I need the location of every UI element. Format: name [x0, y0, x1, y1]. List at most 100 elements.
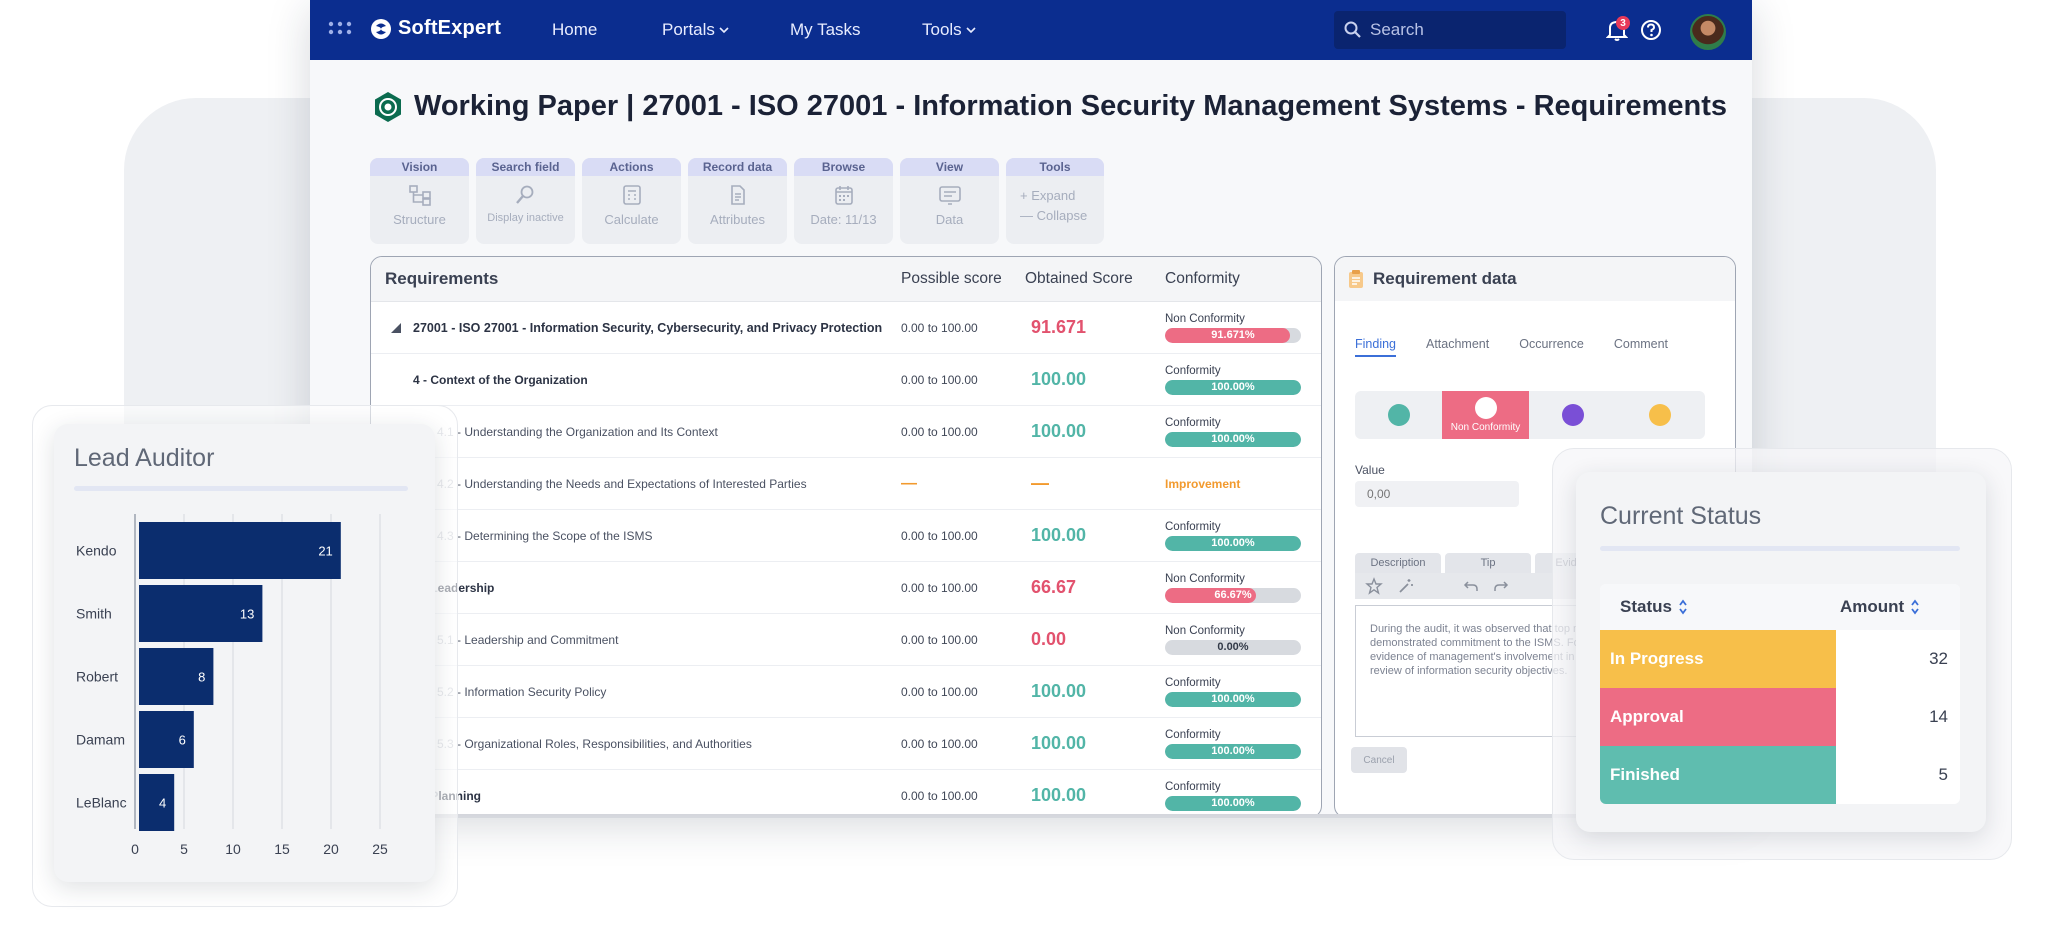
requirement-row[interactable]: 5.3 - Organizational Roles, Responsibili…	[371, 718, 1321, 770]
header-conformity[interactable]: Conformity	[1165, 270, 1321, 288]
softexpert-logo-icon	[371, 18, 391, 39]
possible-score: 0.00 to 100.00	[901, 632, 978, 647]
search-input[interactable]	[1368, 19, 1552, 41]
cancel-button[interactable]: Cancel	[1351, 747, 1407, 773]
working-paper-icon	[375, 91, 401, 122]
category-label: Kendo	[76, 543, 117, 559]
conformity-label: Non Conformity	[1165, 624, 1245, 637]
nav-my-tasks[interactable]: My Tasks	[790, 20, 861, 40]
toolbar-button-date[interactable]: Date: 11/13	[810, 212, 876, 227]
requirement-row[interactable]: 27001 - ISO 27001 - Information Security…	[371, 302, 1321, 354]
category-label: Damam	[76, 732, 125, 748]
conformity-cell: Non Conformity 91.671%	[1165, 313, 1321, 343]
undo-icon[interactable]	[1463, 579, 1479, 593]
status-row-finished[interactable]: Finished 5	[1600, 746, 1960, 804]
toolbar-group-browse[interactable]: Browse Date: 11/13	[794, 158, 893, 244]
category-label: LeBlanc	[76, 795, 127, 811]
star-icon[interactable]	[1365, 577, 1383, 595]
expand-button[interactable]: + Expand	[1020, 186, 1075, 206]
value-label: Value	[1355, 463, 1385, 477]
tab-finding[interactable]: Finding	[1355, 337, 1396, 357]
requirement-row[interactable]: 4.1 - Understanding the Organization and…	[371, 406, 1321, 458]
status-dot	[1387, 404, 1410, 426]
collapse-triangle-icon[interactable]	[391, 323, 401, 334]
header-obtained-score[interactable]: Obtained Score	[1025, 270, 1165, 288]
requirement-row[interactable]: 4.2 - Understanding the Needs and Expect…	[371, 458, 1321, 510]
tab-attachment[interactable]: Attachment	[1426, 337, 1489, 357]
tab-tip[interactable]: Tip	[1445, 553, 1531, 573]
possible-score: 0.00 to 100.00	[901, 788, 978, 803]
toolbar-group-view[interactable]: View Data	[900, 158, 999, 244]
conformity-cell: Conformity 100.00%	[1165, 417, 1321, 447]
toolbar-button-attributes[interactable]: Attributes	[710, 212, 765, 227]
status-option-improvement[interactable]	[1616, 391, 1703, 439]
requirement-title: - Information Security Policy	[453, 684, 607, 699]
value-input[interactable]	[1355, 481, 1519, 507]
requirement-row[interactable]: 5.1 - Leadership and Commitment0.00 to 1…	[371, 614, 1321, 666]
obtained-score: —	[1031, 473, 1049, 493]
conformity-progress-bar: 0.00%	[1165, 639, 1301, 655]
status-row-in-progress[interactable]: In Progress 32	[1600, 630, 1960, 688]
lead-auditor-bar-chart: 0 5 10 15 20 25 Kendo 21 Smith 13 Robert 8 Damam 6 LeB…	[76, 514, 388, 857]
top-navigation-bar: SoftExpert Home Portals My Tasks Tools 3	[310, 0, 1752, 60]
conformity-cell: Conformity 100.00%	[1165, 677, 1321, 707]
tab-comment[interactable]: Comment	[1614, 337, 1668, 357]
collapse-button[interactable]: — Collapse	[1020, 206, 1087, 226]
header-possible-score[interactable]: Possible score	[901, 270, 1025, 288]
nav-home-label: Home	[552, 20, 598, 39]
tab-description[interactable]: Description	[1355, 553, 1441, 573]
status-name: Approval	[1600, 688, 1836, 746]
brand-logo[interactable]: SoftExpert	[370, 17, 501, 40]
conformity-cell: Conformity 100.00%	[1165, 781, 1321, 811]
requirement-row[interactable]: 5 - Leadership0.00 to 100.0066.67Non Con…	[371, 562, 1321, 614]
status-option-conformity[interactable]	[1355, 391, 1442, 439]
apps-grid-icon[interactable]	[328, 20, 352, 40]
requirement-data-tabs: Finding Attachment Occurrence Comment	[1355, 337, 1668, 357]
bar-value-label: 13	[240, 607, 254, 622]
tab-occurrence[interactable]: Occurrence	[1519, 337, 1584, 357]
toolbar-group-vision[interactable]: Vision Structure	[370, 158, 469, 244]
status-option-non-conformity[interactable]: Non Conformity	[1442, 391, 1529, 439]
progress-text: 66.67%	[1214, 588, 1252, 601]
header-requirements[interactable]: Requirements	[371, 269, 901, 289]
requirement-row[interactable]: 6 - Planning0.00 to 100.00100.00Conformi…	[371, 770, 1321, 814]
progress-text: 100.00%	[1211, 796, 1255, 809]
conformity-progress-bar: 100.00%	[1165, 431, 1301, 447]
nav-portals-label: Portals	[662, 20, 715, 39]
magic-wand-icon[interactable]	[1397, 577, 1415, 595]
header-amount[interactable]: Amount	[1836, 597, 1960, 617]
nav-tools[interactable]: Tools	[922, 20, 976, 40]
page-title: Working Paper | 27001 - ISO 27001 - Info…	[372, 90, 1727, 123]
toolbar-button-structure[interactable]: Structure	[393, 212, 446, 227]
toolbar-button-display-inactive[interactable]: Display inactive	[487, 212, 563, 224]
requirement-row[interactable]: 5.2 - Information Security Policy0.00 to…	[371, 666, 1321, 718]
bar	[139, 774, 175, 831]
global-search[interactable]	[1334, 11, 1566, 49]
header-status[interactable]: Status	[1600, 597, 1836, 617]
category-label: Robert	[76, 669, 118, 685]
status-option-observation[interactable]	[1529, 391, 1616, 439]
toolbar-group-record-data[interactable]: Record data Attributes	[688, 158, 787, 244]
help-icon[interactable]	[1640, 19, 1662, 41]
user-avatar[interactable]	[1690, 14, 1726, 50]
structure-icon	[408, 185, 431, 206]
redo-icon[interactable]	[1493, 579, 1509, 593]
sort-icon[interactable]	[1678, 599, 1688, 615]
toolbar-group-search-field[interactable]: Search field Display inactive	[476, 158, 575, 244]
requirement-title: - Determining the Scope of the ISMS	[453, 528, 653, 543]
bar-value-label: 21	[318, 544, 332, 559]
requirement-row[interactable]: 4.3 - Determining the Scope of the ISMS0…	[371, 510, 1321, 562]
conformity-label: Conformity	[1165, 728, 1221, 741]
status-row-approval[interactable]: Approval 14	[1600, 688, 1960, 746]
nav-home[interactable]: Home	[552, 20, 597, 40]
requirement-row[interactable]: 4 - Context of the Organization 0.00 to 1…	[371, 354, 1321, 406]
toolbar-button-data[interactable]: Data	[936, 212, 963, 227]
toolbar-group-actions[interactable]: Actions Calculate	[582, 158, 681, 244]
conformity-label: Conformity	[1165, 520, 1221, 533]
bar	[139, 522, 341, 579]
requirements-rows: 27001 - ISO 27001 - Information Security…	[371, 302, 1321, 814]
nav-portals[interactable]: Portals	[662, 20, 729, 40]
sort-icon[interactable]	[1910, 599, 1920, 615]
toolbar-button-calculate[interactable]: Calculate	[604, 212, 658, 227]
notification-count-badge: 3	[1616, 16, 1630, 30]
